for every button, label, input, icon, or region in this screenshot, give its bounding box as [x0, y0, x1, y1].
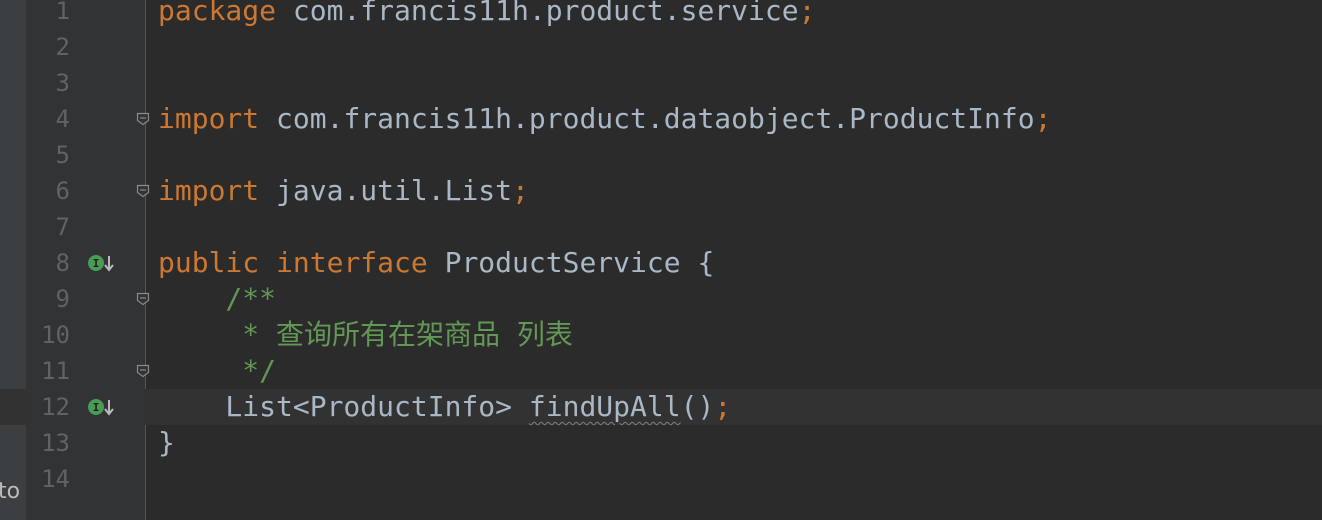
line-number: 5 — [55, 141, 70, 169]
code-line-3[interactable]: 3 — [0, 65, 1322, 101]
line-number: 13 — [41, 429, 70, 457]
code-text[interactable]: * 查询所有在架商品 列表 — [158, 317, 573, 353]
keyword-token: import — [158, 174, 260, 207]
code-token: List<ProductInfo> — [158, 390, 529, 423]
line-number: 1 — [55, 0, 70, 25]
code-text[interactable]: import com.francis11h.product.dataobject… — [158, 101, 1051, 137]
keyword-token: ; — [714, 390, 732, 423]
code-token: com.francis11h.product.dataobject.Produc… — [259, 102, 1035, 135]
code-text[interactable]: /** — [158, 281, 276, 317]
code-text[interactable]: List<ProductInfo> findUpAll(); — [158, 389, 731, 425]
code-text[interactable]: package com.francis11h.product.service; — [158, 0, 815, 29]
code-token: com.francis11h.product.service — [276, 0, 799, 27]
code-line-9[interactable]: 9 /** — [0, 281, 1322, 317]
code-line-11[interactable]: 11 */ — [0, 353, 1322, 389]
line-number: 2 — [55, 33, 70, 61]
code-line-4[interactable]: 4 import com.francis11h.product.dataobjec… — [0, 101, 1322, 137]
fold-marker-icon[interactable] — [136, 364, 150, 378]
line-number: 6 — [55, 177, 70, 205]
keyword-token: ; — [512, 174, 529, 207]
code-line-6[interactable]: 6 import java.util.List; — [0, 173, 1322, 209]
code-line-13[interactable]: 13} — [0, 425, 1322, 461]
code-line-5[interactable]: 5 — [0, 137, 1322, 173]
code-token: } — [158, 426, 175, 459]
comment-token: * 查询所有在架商品 列表 — [158, 318, 573, 351]
keyword-token: import — [158, 102, 260, 135]
line-number: 14 — [41, 465, 70, 493]
line-number: 4 — [55, 105, 70, 133]
line-number: 10 — [41, 321, 70, 349]
code-text[interactable]: } — [158, 425, 175, 461]
line-number: 9 — [55, 285, 70, 313]
line-number: 7 — [55, 213, 70, 241]
code-text[interactable]: */ — [158, 353, 276, 389]
line-number: 3 — [55, 69, 70, 97]
interface-implemented-icon[interactable]: I — [86, 253, 118, 275]
svg-text:I: I — [93, 401, 100, 414]
code-text[interactable]: import java.util.List; — [158, 173, 529, 209]
code-line-2[interactable]: 2 — [0, 29, 1322, 65]
code-line-10[interactable]: 10 * 查询所有在架商品 列表 — [0, 317, 1322, 353]
code-token: ProductService { — [427, 246, 715, 279]
keyword-token: ; — [798, 0, 816, 27]
line-number: 8 — [55, 249, 70, 277]
fold-marker-icon[interactable] — [136, 112, 150, 126]
comment-token: */ — [158, 354, 277, 387]
keyword-token: interface — [276, 246, 428, 279]
code-line-8[interactable]: 8 Ipublic interface ProductService { — [0, 245, 1322, 281]
code-line-12[interactable]: 12 I List<ProductInfo> findUpAll(); — [0, 389, 1322, 425]
svg-text:I: I — [93, 257, 100, 270]
comment-token: /** — [158, 282, 277, 315]
code-token: java.util.List — [259, 174, 513, 207]
code-line-1[interactable]: 1 package com.francis11h.product.service; — [0, 0, 1322, 29]
code-line-7[interactable]: 7 — [0, 209, 1322, 245]
code-text[interactable]: public interface ProductService { — [158, 245, 714, 281]
method-name-token: findUpAll — [528, 390, 681, 423]
interface-implemented-icon[interactable]: I — [86, 397, 118, 419]
fold-marker-icon[interactable] — [136, 184, 150, 198]
line-number: 12 — [41, 393, 70, 421]
keyword-token: public — [158, 246, 260, 279]
keyword-token: package — [158, 0, 277, 27]
code-line-14[interactable]: 14 — [0, 461, 1322, 497]
code-token: () — [680, 390, 715, 423]
keyword-token: ; — [1034, 102, 1052, 135]
fold-marker-icon[interactable] — [136, 292, 150, 306]
line-number: 11 — [41, 357, 70, 385]
